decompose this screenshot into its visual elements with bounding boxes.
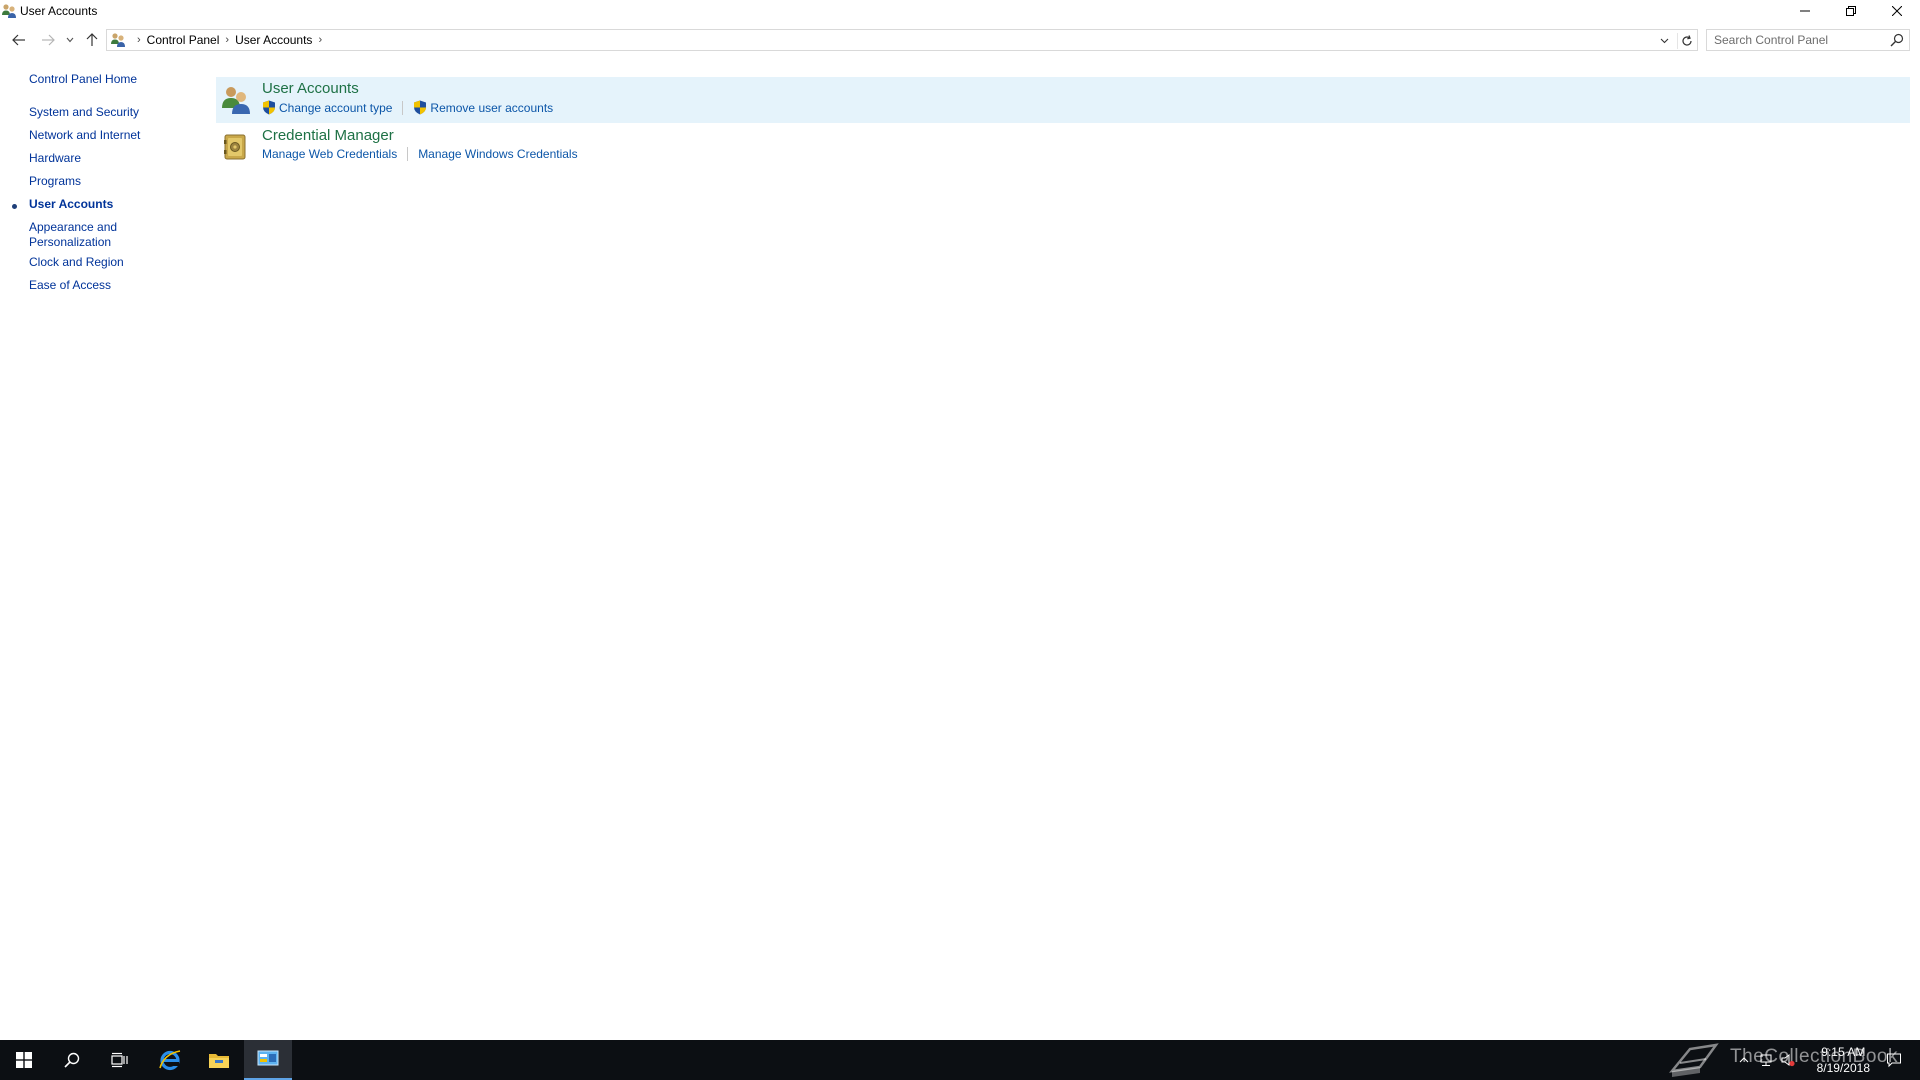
network-icon	[1760, 1054, 1772, 1066]
category-credential-manager[interactable]: Credential Manager Manage Web Credential…	[216, 124, 1910, 170]
close-icon	[1892, 6, 1902, 16]
credential-vault-icon[interactable]	[220, 131, 252, 163]
active-item-bullet	[12, 204, 17, 209]
nav-programs[interactable]: Programs	[29, 174, 81, 189]
volume-muted-icon	[1781, 1054, 1795, 1067]
nav-appearance-line2: Personalization	[29, 235, 112, 249]
taskbar: TheCollectionBook 9:15 AM 8/19/2018	[0, 1040, 1920, 1080]
nav-appearance-line1: Appearance and	[29, 220, 118, 234]
taskbar-file-explorer[interactable]	[195, 1040, 243, 1080]
manage-web-credentials-link[interactable]: Manage Web Credentials	[262, 147, 397, 161]
chevron-up-icon	[1739, 1057, 1749, 1063]
user-accounts-title-link[interactable]: User Accounts	[262, 80, 359, 97]
shield-icon	[262, 100, 276, 115]
minimize-button[interactable]	[1782, 0, 1828, 22]
network-tray-icon[interactable]	[1758, 1052, 1774, 1068]
restore-icon	[1846, 6, 1856, 16]
nav-system-and-security[interactable]: System and Security	[29, 105, 139, 120]
file-explorer-icon	[209, 1054, 229, 1068]
chevron-down-icon	[1660, 38, 1668, 44]
link-divider	[402, 100, 404, 115]
breadcrumb-user-accounts[interactable]: User Accounts	[235, 33, 312, 47]
clock-time: 9:15 AM	[1821, 1045, 1866, 1059]
taskbar-control-panel[interactable]	[244, 1040, 292, 1080]
back-button[interactable]	[9, 30, 29, 50]
clock-date: 8/19/2018	[1816, 1061, 1870, 1075]
chevron-right-icon[interactable]: ›	[225, 34, 229, 46]
task-view-button[interactable]	[96, 1040, 144, 1080]
nav-network-and-internet[interactable]: Network and Internet	[29, 128, 140, 143]
show-hidden-icons-button[interactable]	[1736, 1052, 1752, 1068]
control-panel-home-link[interactable]: Control Panel Home	[29, 72, 137, 87]
taskbar-search-button[interactable]	[48, 1040, 96, 1080]
search-icon	[64, 1052, 80, 1068]
action-center-button[interactable]	[1886, 1052, 1902, 1068]
nav-user-accounts[interactable]: User Accounts	[29, 197, 113, 212]
address-bar[interactable]: › Control Panel › User Accounts ›	[106, 29, 1698, 51]
remove-user-accounts-link[interactable]: Remove user accounts	[413, 100, 553, 115]
search-icon[interactable]	[1890, 33, 1904, 47]
credential-manager-title-link[interactable]: Credential Manager	[262, 127, 394, 144]
nav-ease-of-access[interactable]: Ease of Access	[29, 278, 111, 293]
window-title: User Accounts	[20, 4, 98, 18]
address-history-dropdown[interactable]	[1657, 34, 1671, 48]
clock[interactable]: 9:15 AM 8/19/2018	[1817, 1044, 1870, 1076]
user-accounts-location-icon	[110, 32, 126, 48]
search-input[interactable]	[1707, 30, 1885, 50]
navigation-bar: › Control Panel › User Accounts ›	[0, 28, 1920, 52]
arrow-up-icon	[86, 33, 98, 46]
windows-start-icon	[16, 1052, 32, 1068]
refresh-icon	[1681, 35, 1692, 46]
manage-windows-credentials-link[interactable]: Manage Windows Credentials	[418, 147, 577, 161]
change-account-type-link[interactable]: Change account type	[262, 100, 392, 115]
nav-clock-and-region[interactable]: Clock and Region	[29, 255, 124, 270]
book-watermark-logo	[1669, 1043, 1719, 1077]
user-accounts-app-icon	[1, 3, 17, 19]
breadcrumb: › Control Panel › User Accounts ›	[131, 33, 328, 47]
refresh-button[interactable]	[1677, 33, 1693, 49]
chevron-right-icon[interactable]: ›	[137, 34, 141, 46]
watermark-text: TheCollectionBook	[1730, 1046, 1898, 1067]
task-view-icon	[111, 1052, 128, 1068]
change-account-type-label: Change account type	[279, 100, 393, 115]
restore-button[interactable]	[1828, 0, 1874, 22]
up-button[interactable]	[82, 30, 102, 50]
shield-icon	[413, 100, 427, 115]
nav-hardware[interactable]: Hardware	[29, 151, 81, 166]
remove-user-accounts-label: Remove user accounts	[430, 100, 554, 115]
volume-tray-icon[interactable]	[1780, 1052, 1796, 1068]
start-button[interactable]	[0, 1040, 48, 1080]
taskbar-internet-explorer[interactable]	[146, 1040, 194, 1080]
close-button[interactable]	[1874, 0, 1920, 22]
category-user-accounts[interactable]: User Accounts Change account type Remove…	[216, 77, 1910, 123]
breadcrumb-control-panel[interactable]: Control Panel	[147, 33, 220, 47]
chevron-right-icon[interactable]: ›	[318, 34, 322, 46]
arrow-right-icon	[42, 34, 55, 46]
search-box[interactable]	[1706, 29, 1910, 51]
notification-icon	[1887, 1053, 1901, 1068]
users-icon[interactable]	[220, 84, 252, 116]
internet-explorer-icon	[159, 1050, 181, 1071]
control-panel-icon	[257, 1050, 279, 1066]
recent-locations-button[interactable]	[63, 30, 77, 50]
chevron-down-icon	[66, 37, 74, 43]
forward-button[interactable]	[38, 30, 58, 50]
nav-appearance-and-personalization[interactable]: Appearance and Personalization	[29, 220, 117, 250]
system-tray: TheCollectionBook 9:15 AM 8/19/2018	[1460, 1040, 1920, 1080]
link-divider	[407, 147, 409, 161]
arrow-left-icon	[12, 34, 25, 46]
minimize-icon	[1800, 10, 1810, 12]
title-bar[interactable]: User Accounts	[0, 0, 1920, 22]
